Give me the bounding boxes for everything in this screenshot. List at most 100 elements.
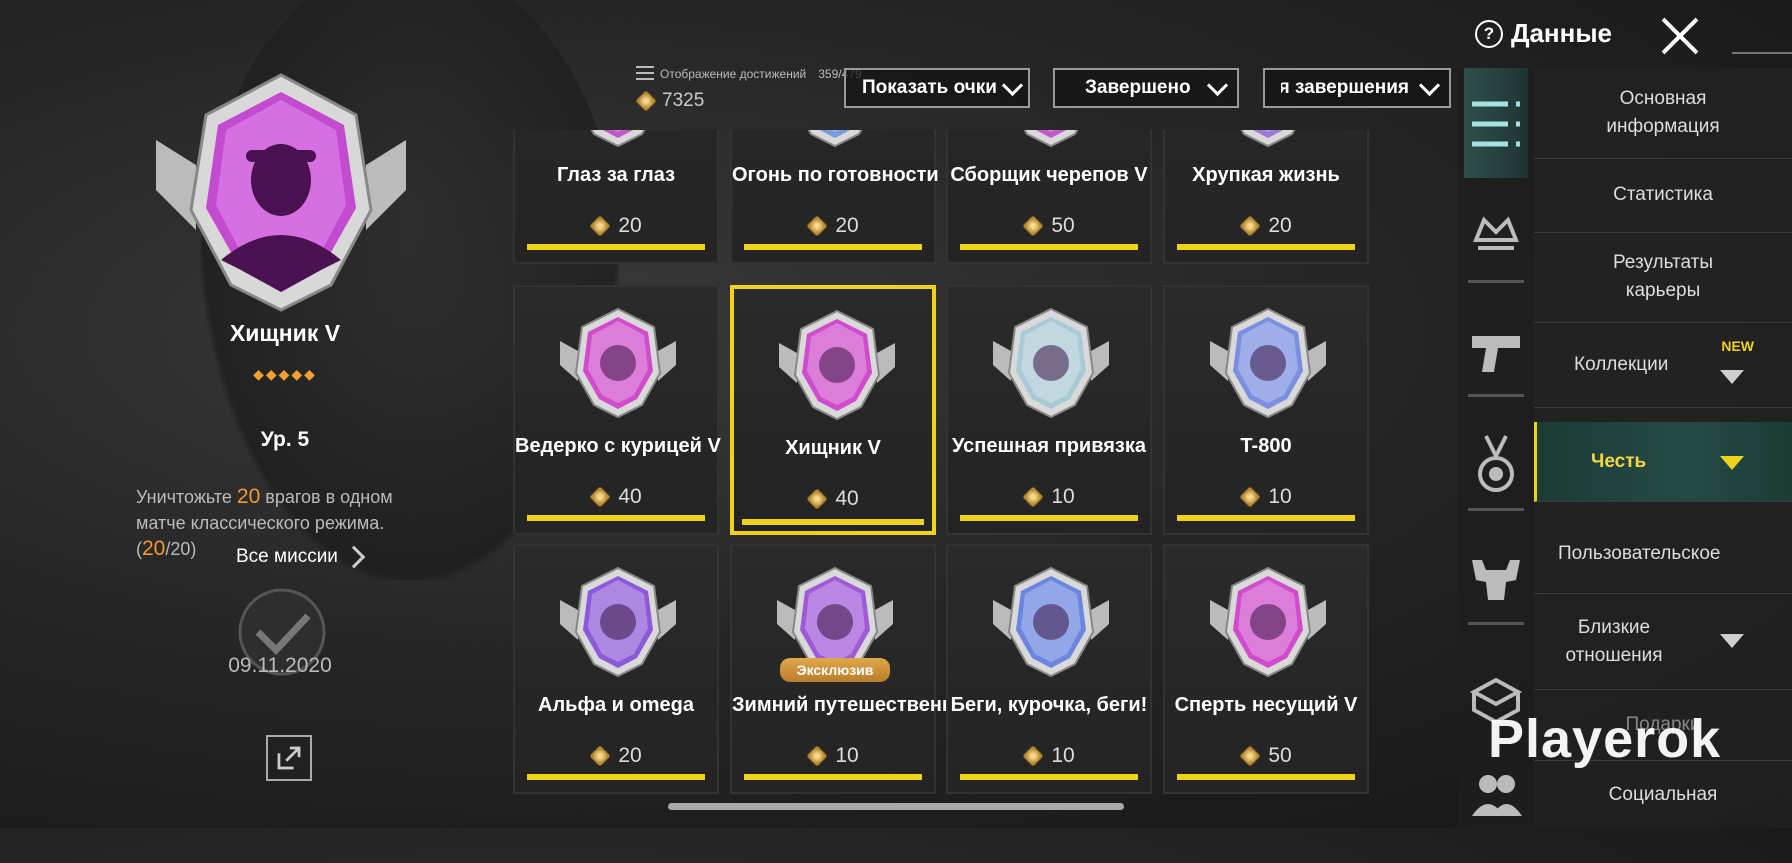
- coin-icon: [1021, 485, 1045, 509]
- sort-dropdown[interactable]: Время завершения: [1263, 68, 1451, 108]
- achievement-title: Зимний путешественник: [732, 694, 977, 716]
- points-value: 20: [618, 744, 642, 767]
- achievement-points: 40: [734, 487, 932, 511]
- achievement-card[interactable]: Хищник V 40: [730, 285, 936, 535]
- achievement-card[interactable]: Ведерко с курицей V 40: [513, 285, 721, 535]
- points-value: 10: [835, 744, 859, 767]
- all-missions-label: Все миссии: [236, 546, 338, 567]
- achievement-card[interactable]: Хрупкая жизнь 20: [1163, 130, 1369, 264]
- achievement-title: Хрупкая жизнь: [1192, 164, 1340, 186]
- menu-item-collections[interactable]: Коллекции NEW: [1534, 322, 1792, 408]
- new-badge: NEW: [1721, 338, 1754, 354]
- status-dropdown[interactable]: Завершено: [1053, 68, 1239, 108]
- achievement-card[interactable]: Альфа и omega 20: [513, 544, 719, 794]
- menu-item-close-relations[interactable]: Близкие отношения: [1534, 594, 1792, 690]
- progress-bar: [742, 519, 924, 525]
- close-icon[interactable]: [1658, 14, 1702, 58]
- achievement-card[interactable]: T-800 10: [1163, 285, 1369, 535]
- horizontal-scrollbar[interactable]: [668, 803, 1124, 810]
- menu-item-custom[interactable]: Пользовательское: [1534, 514, 1792, 594]
- triangle-down-icon: [1720, 634, 1744, 648]
- points-value: 10: [1268, 485, 1292, 508]
- achievement-points: 10: [948, 485, 1150, 509]
- achievement-title: Альфа и omega: [538, 694, 694, 716]
- achievement-title: Сборщик черепов V: [950, 164, 1148, 186]
- show-points-dropdown[interactable]: Показать очки: [844, 68, 1030, 108]
- achievements-label: Отображение достижений: [660, 67, 807, 81]
- menu-item-basic-info[interactable]: Основная информация: [1534, 68, 1792, 159]
- achievements-grid: Глаз за глаз 20 Огонь по готовности 20 Сборщ…: [513, 130, 1369, 794]
- handshake-icon: [993, 307, 1109, 419]
- menu-label: Основная информация: [1606, 88, 1720, 137]
- menu-label: Статистика: [1613, 184, 1713, 205]
- points-value: 10: [1051, 744, 1075, 767]
- menu-item-career-results[interactable]: Результаты карьеры: [1534, 232, 1792, 323]
- triangle-down-icon: [1720, 456, 1744, 470]
- list-icon: [636, 66, 654, 82]
- menu-item-statistics[interactable]: Статистика: [1534, 158, 1792, 233]
- coin-icon: [805, 487, 829, 511]
- achievement-title: Глаз за глаз: [556, 164, 676, 186]
- target-icon: [560, 566, 676, 678]
- dropdown-value: Показать очки: [862, 77, 997, 98]
- achievement-card[interactable]: Сборщик черепов V 50: [946, 130, 1152, 264]
- chevron-right-icon: [342, 545, 366, 569]
- progress-bar: [527, 515, 705, 521]
- achievement-points: 10: [732, 744, 934, 768]
- medal-icon[interactable]: [1464, 412, 1528, 522]
- progress-bar: [744, 774, 922, 780]
- crossed-guns-icon: [1210, 307, 1326, 419]
- crown-icon[interactable]: [1464, 178, 1528, 288]
- achievement-badge-icon: [590, 130, 646, 148]
- menu-item-honor[interactable]: Честь: [1534, 422, 1792, 502]
- selected-badge-icon: [156, 73, 406, 312]
- pistol-icon[interactable]: [1464, 298, 1528, 408]
- share-icon[interactable]: [266, 735, 312, 781]
- data-button[interactable]: ? Данные: [1474, 18, 1612, 49]
- achievement-card[interactable]: Огонь по готовности 20: [730, 130, 939, 264]
- selected-stars: ◆◆◆◆◆: [253, 366, 317, 382]
- watermark: Playerok: [1488, 709, 1722, 769]
- progress-bar: [527, 774, 705, 780]
- achievement-card[interactable]: Глаз за глаз 20: [513, 130, 719, 264]
- achievement-badge-icon: [807, 130, 863, 148]
- achievement-card[interactable]: Эксклюзив Зимний путешественник 10: [730, 544, 977, 794]
- dropdown-value: Время завершения: [1281, 77, 1409, 98]
- divider: [1468, 508, 1524, 511]
- total-points: 7325: [634, 89, 704, 113]
- achievements-display: Отображение достижений 359/479: [636, 66, 862, 82]
- progress-bar: [960, 244, 1138, 250]
- points-value: 20: [835, 214, 859, 237]
- achievement-title: Огонь по готовности: [732, 164, 939, 186]
- menu-label: Честь: [1591, 450, 1647, 472]
- coin-icon: [805, 214, 829, 238]
- points-value: 10: [1051, 485, 1075, 508]
- divider: [1468, 280, 1524, 283]
- exclusive-tag: Эксклюзив: [780, 658, 890, 682]
- bullets-icon: [1210, 566, 1326, 678]
- dropdown-value: Завершено: [1085, 77, 1191, 98]
- achievement-card[interactable]: Сперть несущий V 50: [1163, 544, 1369, 794]
- points-value: 40: [835, 487, 859, 510]
- chevron-down-icon: [1001, 74, 1024, 96]
- achievement-title: T-800: [1240, 435, 1292, 457]
- menu-item-social[interactable]: Социальная: [1534, 760, 1792, 830]
- achievement-card[interactable]: Успешная привязка 10: [946, 285, 1152, 535]
- achievement-title: Успешная привязка: [952, 435, 1146, 457]
- menu-label: Пользовательское: [1558, 542, 1721, 564]
- achievement-title: Ведерко с курицей V: [515, 435, 721, 457]
- desc-text: Уничтожьте: [136, 487, 237, 507]
- points-value: 40: [618, 485, 642, 508]
- muscle-icon[interactable]: [1464, 526, 1528, 636]
- triangle-down-icon: [1720, 370, 1744, 384]
- achievement-badge-icon: [1240, 130, 1296, 148]
- chevron-down-icon: [1418, 74, 1441, 96]
- achievement-points: 20: [515, 214, 717, 238]
- all-missions-link[interactable]: Все миссии: [236, 545, 366, 569]
- coin-icon: [634, 89, 658, 113]
- achievement-points: 20: [1165, 214, 1367, 238]
- desc-progress: 20: [142, 537, 166, 560]
- list-category-icon[interactable]: [1464, 68, 1528, 178]
- achievement-card[interactable]: Беги, курочка, беги! 10: [946, 544, 1152, 794]
- progress-bar: [1177, 244, 1355, 250]
